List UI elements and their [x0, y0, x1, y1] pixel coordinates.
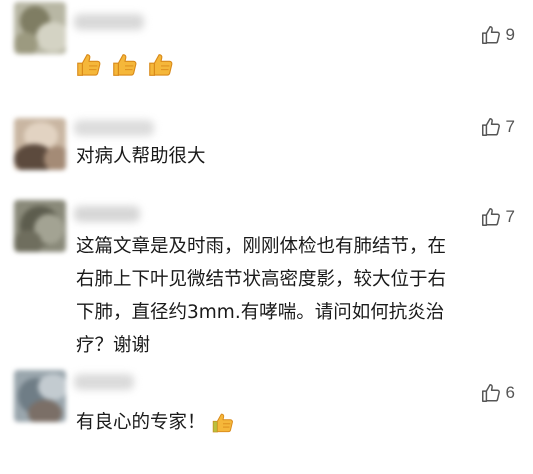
avatar[interactable] — [14, 118, 66, 170]
thumbs-up-outline-icon — [481, 384, 500, 402]
comment-text: 对病人帮助很大 — [76, 146, 206, 167]
like-button[interactable]: 6 — [480, 382, 515, 404]
thumbs-up-outline-icon — [481, 26, 500, 44]
comment-item: 6 有良心的专家！ — [0, 366, 533, 474]
comment-text-content: 有良心的专家！ — [76, 412, 206, 433]
like-button[interactable]: 9 — [480, 24, 515, 46]
emoji-row — [74, 50, 176, 80]
username[interactable] — [74, 120, 154, 136]
thumbs-up-emoji — [77, 54, 101, 76]
thumbs-up-outline-icon — [481, 118, 500, 136]
like-button[interactable]: 7 — [480, 206, 515, 228]
like-count: 9 — [505, 25, 515, 44]
avatar[interactable] — [14, 2, 66, 54]
username[interactable] — [74, 374, 134, 390]
comment-text: 这篇文章是及时雨，刚刚体检也有肺结节，在 右肺上下叶见微结节状高密度影，较大位于… — [76, 236, 447, 356]
username[interactable] — [74, 206, 140, 222]
like-count: 7 — [505, 207, 515, 226]
comment-item: 9 — [0, 0, 533, 100]
thumbs-up-emoji — [149, 54, 173, 76]
comment-item: 7 对病人帮助很大 — [0, 108, 533, 188]
thumbs-up-emoji — [113, 54, 137, 76]
avatar[interactable] — [14, 370, 66, 422]
thumbs-up-outline-icon — [481, 208, 500, 226]
like-count: 7 — [505, 117, 515, 136]
avatar[interactable] — [14, 200, 66, 252]
like-count: 6 — [505, 383, 515, 402]
comment-text: 有良心的专家！ — [76, 406, 516, 439]
like-button[interactable]: 7 — [480, 116, 515, 138]
username[interactable] — [74, 14, 144, 30]
thumbs-up-emoji — [212, 413, 233, 432]
comment-item: 7 这篇文章是及时雨，刚刚体检也有肺结节，在 右肺上下叶见微结节状高密度影，较大… — [0, 196, 533, 361]
